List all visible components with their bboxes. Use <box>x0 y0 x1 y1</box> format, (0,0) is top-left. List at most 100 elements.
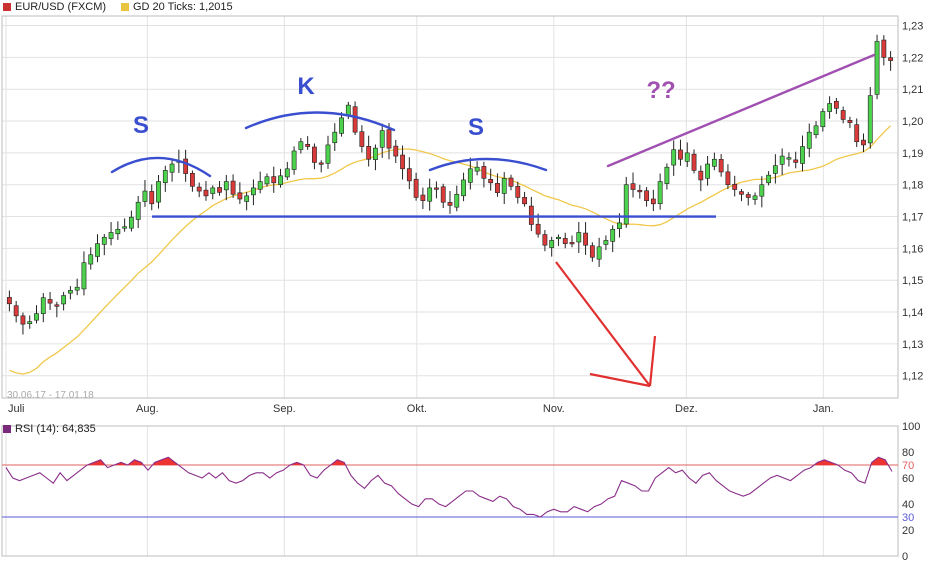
candle-body <box>630 183 636 190</box>
left-shoulder-arc <box>110 156 212 178</box>
candle-body <box>840 110 846 120</box>
candle-body <box>454 193 460 208</box>
annotation-layer <box>110 53 876 388</box>
price-y-tick-label: 1,12 <box>902 371 923 383</box>
candle-body <box>752 195 758 200</box>
candle-body <box>318 162 324 165</box>
candle-body <box>400 154 405 170</box>
candle-body <box>88 254 94 265</box>
grid-layer <box>2 16 898 556</box>
candle-body <box>40 297 46 314</box>
candle-body <box>27 321 33 324</box>
candle-body <box>678 149 683 160</box>
candle-body <box>501 178 507 194</box>
candle-body <box>251 187 256 196</box>
candle-body <box>766 174 771 184</box>
rsi-swatch <box>3 425 11 433</box>
candle-body <box>217 187 222 193</box>
candle-body <box>732 183 738 190</box>
price-y-tick-label: 1,21 <box>902 84 923 96</box>
candle-body <box>589 245 595 258</box>
tick-label-layer: 1,12 1,13 1,14 1,15 1,16 1,17 1,18 1,19 1,20 1,21… <box>8 21 923 563</box>
candle-body <box>6 297 12 305</box>
frame-layer <box>1 15 899 557</box>
candle-body <box>800 146 805 164</box>
rsi-y-tick-label: 0 <box>902 551 908 563</box>
rsi-y-tick-label: 70 <box>902 460 914 472</box>
candle-body <box>169 163 175 173</box>
candle-body <box>542 234 548 246</box>
candle-body <box>739 191 744 195</box>
candle-body <box>569 242 575 245</box>
price-y-tick-label: 1,15 <box>902 275 923 287</box>
candle-body <box>386 129 392 149</box>
candle-body <box>806 131 812 149</box>
candle-body <box>47 299 53 304</box>
rsi-series-label: RSI (14): 64,835 <box>15 423 96 435</box>
rsi-y-tick-label: 30 <box>902 512 914 524</box>
candle-body <box>596 246 602 260</box>
candle-body <box>650 198 656 205</box>
candle-body <box>244 195 250 202</box>
candle-body <box>54 304 60 307</box>
candle-body <box>847 120 853 123</box>
candle-body <box>813 125 819 135</box>
candle-body <box>393 145 399 157</box>
candle-body <box>427 187 433 202</box>
candle-body <box>284 168 290 178</box>
rsi-y-tick-label: 60 <box>902 473 914 485</box>
candle-body <box>278 175 283 185</box>
x-tick-label: Juli <box>8 403 25 415</box>
candle-body <box>20 315 26 325</box>
rsi-layer <box>2 456 898 518</box>
candle-body <box>488 179 494 184</box>
candle-body <box>196 186 202 192</box>
candle-body <box>888 57 894 61</box>
candle-body <box>881 39 887 58</box>
candle-body <box>406 168 412 182</box>
candle-body <box>61 295 67 305</box>
main-series-swatch <box>3 3 11 11</box>
candle-body <box>867 95 873 144</box>
candle-body <box>129 216 134 229</box>
left-shoulder-label: S <box>133 112 149 139</box>
question-label: ?? <box>646 77 675 104</box>
head-label: K <box>297 73 315 100</box>
ma-swatch <box>121 3 129 11</box>
candle-body <box>549 240 555 248</box>
candle-body <box>434 187 439 190</box>
candle-body <box>210 187 216 194</box>
candle-body <box>74 286 80 291</box>
rsi-panel-frame <box>1 425 899 557</box>
candle-body <box>108 232 114 239</box>
candle-body <box>691 153 697 171</box>
candle-body <box>298 141 304 150</box>
trendline <box>606 53 876 168</box>
x-tick-label: Okt. <box>407 403 427 415</box>
candle-body <box>162 170 168 184</box>
candle-body <box>827 103 833 112</box>
candle-body <box>495 183 500 193</box>
candle-body <box>312 146 317 163</box>
candle-body <box>223 181 229 191</box>
right-shoulder-label: S <box>468 114 484 141</box>
date-range-label: 30.06.17 - 17.01.18 <box>7 390 94 401</box>
candle-body <box>183 158 189 174</box>
candle-body <box>718 159 724 173</box>
candle-body <box>745 194 751 198</box>
candle-body <box>793 159 799 163</box>
chart-stage: 1,12 1,13 1,14 1,15 1,16 1,17 1,18 1,19 1,20 1,21… <box>0 0 940 566</box>
candle-body <box>135 201 141 220</box>
candle-body <box>508 177 514 187</box>
candle-body <box>698 170 704 181</box>
candle-body <box>684 152 690 162</box>
candle-body <box>833 100 839 109</box>
rsi-y-tick-label: 80 <box>902 447 914 459</box>
candle-body <box>115 228 121 235</box>
candle-body <box>359 131 365 147</box>
candle-body <box>671 149 677 166</box>
candle-body <box>474 166 480 172</box>
candle-body <box>203 189 209 197</box>
candle-body <box>637 190 643 193</box>
candle-body <box>339 117 344 134</box>
